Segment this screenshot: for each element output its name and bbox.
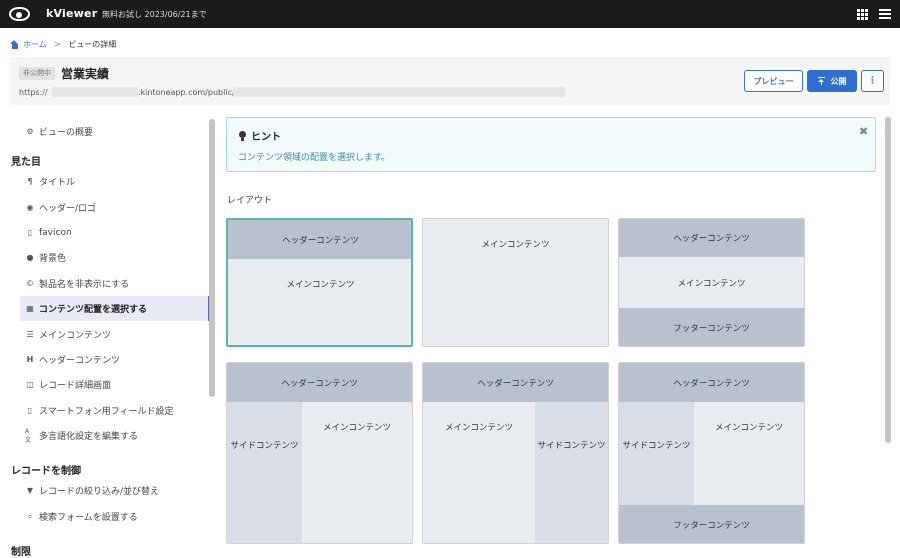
- gear-icon: ⚙: [26, 127, 34, 136]
- top-bar: kViewer 無料お試し 2023/06/21まで: [0, 0, 900, 28]
- hint-title: ヒント: [239, 128, 281, 143]
- sidebar-item-label: 背景色: [39, 254, 67, 264]
- lightbulb-icon: [239, 130, 246, 141]
- sidebar-item-label: スマートフォン用フィールド設定: [39, 407, 174, 417]
- sidebar-item-label: 多言語化設定を編集する: [39, 432, 139, 442]
- hint-box: ヒント コンテンツ領域の配置を選択します。 ✖: [226, 117, 876, 172]
- drop-icon: ●: [26, 253, 34, 262]
- sidebar-item-label: タイトル: [39, 178, 76, 188]
- sidebar-item-smartphone-fields[interactable]: ▯ スマートフォン用フィールド設定: [20, 398, 210, 423]
- filter-icon: ▼: [26, 486, 34, 495]
- upload-icon: [817, 77, 825, 85]
- phone-icon: ▯: [27, 406, 33, 415]
- sidebar-item-content-layout[interactable]: ▦ コンテンツ配置を選択する: [20, 296, 210, 321]
- sidebar-item-main-content[interactable]: ☰ メインコンテンツ: [20, 322, 210, 347]
- app-title[interactable]: kViewer: [46, 7, 97, 20]
- trial-notice: 無料お試し 2023/06/21まで: [102, 10, 207, 19]
- breadcrumb-home-link[interactable]: ホーム: [23, 39, 47, 50]
- layout-option-header-main[interactable]: ヘッダーコンテンツ メインコンテンツ: [226, 218, 413, 347]
- sidebar-item-record-detail[interactable]: ◫ レコード詳細画面: [20, 372, 210, 397]
- search-icon: ⌕: [27, 511, 33, 521]
- sidebar-item-label: レコードの絞り込み/並び替え: [39, 487, 160, 497]
- layout-option-header-main-side[interactable]: ヘッダーコンテンツ メインコンテンツ サイドコンテンツ: [422, 362, 609, 544]
- sidebar-item-multilingual[interactable]: A文 多言語化設定を編集する: [20, 423, 210, 448]
- layout-footer-segment: フッターコンテンツ: [619, 505, 804, 543]
- sidebar-item-filter-sort[interactable]: ▼ レコードの絞り込み/並び替え: [20, 478, 210, 503]
- breadcrumb: ホーム > ビューの詳細: [10, 39, 116, 50]
- publish-button[interactable]: 公開: [807, 70, 857, 92]
- publish-button-label: 公開: [830, 76, 847, 86]
- layout-main-segment: メインコンテンツ: [619, 257, 804, 308]
- sidebar-item-label: ヘッダー/ロゴ: [39, 204, 97, 214]
- language-icon: A文: [25, 427, 32, 444]
- layout-header-segment: ヘッダーコンテンツ: [619, 363, 804, 402]
- window-icon: ◫: [26, 380, 34, 389]
- sidebar-item-label: レコード詳細画面: [39, 381, 112, 391]
- sidebar-item-favicon[interactable]: ▯ favicon: [20, 220, 210, 245]
- status-badge: 非公開中: [19, 67, 55, 80]
- sidebar-item-label: 製品名を非表示にする: [39, 280, 130, 290]
- breadcrumb-current: ビューの詳細: [68, 40, 117, 49]
- hamburger-menu-icon[interactable]: [879, 9, 891, 19]
- url-domain: .kintoneapp.com/public/: [138, 88, 235, 97]
- hint-title-text: ヒント: [251, 132, 281, 143]
- sidebar-item-header-logo[interactable]: ◉ ヘッダー/ロゴ: [20, 195, 210, 220]
- sidebar-item-label: 検索フォームを設置する: [39, 513, 138, 523]
- hint-body: コンテンツ領域の配置を選択します。: [238, 153, 391, 163]
- sidebar-item-label: メインコンテンツ: [39, 331, 112, 341]
- sidebar-item-background-color[interactable]: ● 背景色: [20, 245, 210, 270]
- layout-main-segment: メインコンテンツ: [302, 402, 412, 452]
- breadcrumb-separator: >: [53, 39, 62, 50]
- layout-footer-segment: フッターコンテンツ: [619, 308, 804, 346]
- sidebar-item-title[interactable]: ¶ タイトル: [20, 169, 210, 194]
- layout-side-segment: サイドコンテンツ: [535, 402, 608, 543]
- eye-icon: ◉: [26, 203, 34, 212]
- more-options-button[interactable]: ⋮: [861, 70, 884, 92]
- layout-option-header-main-footer[interactable]: ヘッダーコンテンツ メインコンテンツ フッターコンテンツ: [618, 218, 805, 347]
- layout-main-segment: メインコンテンツ: [694, 402, 804, 452]
- view-header: 非公開中 営業実績 https:// .kintoneapp.com/publi…: [10, 57, 890, 105]
- sidebar-item-overview[interactable]: ⚙ ビューの概要: [20, 119, 210, 144]
- home-icon[interactable]: [10, 40, 19, 49]
- bookmark-icon: ▯: [27, 228, 33, 237]
- url-redacted-subdomain: [52, 87, 138, 97]
- sidebar-item-search-form[interactable]: ⌕ 検索フォームを設置する: [20, 504, 210, 529]
- sidebar-section-limit: 制限: [11, 547, 31, 558]
- layout-side-segment: サイドコンテンツ: [227, 402, 302, 543]
- sidebar-section-record-control: レコードを制御: [11, 466, 81, 477]
- layout-side-segment: サイドコンテンツ: [619, 402, 694, 505]
- heading-icon: H: [26, 355, 34, 364]
- layout-main-segment: メインコンテンツ: [423, 402, 535, 452]
- layout-label: レイアウト: [227, 196, 273, 206]
- kviewer-logo-icon[interactable]: [9, 7, 30, 21]
- sidebar-item-label: ヘッダーコンテンツ: [39, 356, 121, 366]
- layout-header-segment: ヘッダーコンテンツ: [228, 220, 411, 259]
- layout-main-segment: メインコンテンツ: [423, 219, 608, 269]
- close-icon[interactable]: ✖: [859, 125, 868, 138]
- layout-header-segment: ヘッダーコンテンツ: [227, 363, 412, 402]
- sidebar-scrollbar[interactable]: [209, 119, 215, 397]
- sidebar-item-hide-product-name[interactable]: © 製品名を非表示にする: [20, 271, 210, 296]
- url-prefix: https://: [19, 88, 48, 97]
- layout-header-segment: ヘッダーコンテンツ: [423, 363, 608, 402]
- sidebar-item-label: favicon: [39, 227, 72, 238]
- sidebar-item-label: ビューの概要: [39, 128, 94, 138]
- page-title: 営業実績: [61, 67, 110, 81]
- sidebar-item-label: コンテンツ配置を選択する: [39, 305, 148, 315]
- sidebar-item-header-content[interactable]: H ヘッダーコンテンツ: [20, 347, 210, 372]
- url-redacted-path: [233, 87, 565, 97]
- main-scrollbar[interactable]: [885, 117, 891, 443]
- list-icon: ☰: [26, 330, 34, 339]
- layout-grid-icon: ▦: [26, 304, 34, 313]
- layout-option-header-side-main[interactable]: ヘッダーコンテンツ サイドコンテンツ メインコンテンツ: [226, 362, 413, 544]
- sidebar-section-appearance: 見た目: [11, 157, 41, 168]
- layout-header-segment: ヘッダーコンテンツ: [619, 219, 804, 257]
- layout-option-main-only[interactable]: メインコンテンツ: [422, 218, 609, 347]
- layout-main-segment: メインコンテンツ: [228, 259, 411, 309]
- paragraph-icon: ¶: [27, 177, 33, 186]
- layout-option-header-side-main-footer[interactable]: ヘッダーコンテンツ サイドコンテンツ メインコンテンツ フッターコンテンツ: [618, 362, 805, 544]
- apps-grid-icon[interactable]: [857, 9, 868, 20]
- copyright-icon: ©: [26, 279, 34, 288]
- preview-button[interactable]: プレビュー: [744, 70, 803, 92]
